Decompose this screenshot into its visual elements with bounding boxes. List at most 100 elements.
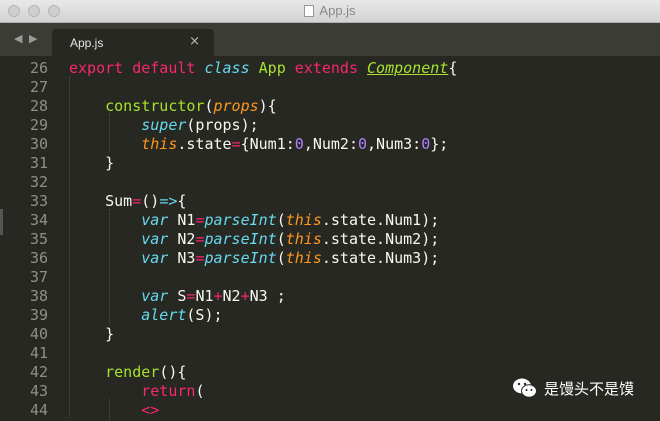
code-line[interactable]: 34 var N1=parseInt(this.state.Num1); [0, 211, 660, 230]
code-token: export [69, 59, 124, 77]
code-token: = [231, 135, 241, 153]
code-line[interactable]: 38 var S=N1+N2+N3 ; [0, 287, 660, 306]
code-token: = [132, 192, 142, 210]
code-token: var [141, 249, 169, 267]
tab-app-js[interactable]: App.js × [52, 29, 214, 56]
line-number: 39 [29, 306, 48, 324]
code-editor[interactable]: 26 export default class App extends Compo… [0, 57, 660, 421]
code-token: S [168, 287, 187, 305]
code-line[interactable]: 39 alert(S); [0, 306, 660, 325]
tab-bar: ◀ ▶ App.js × [0, 23, 660, 56]
code-line[interactable]: 44 <> [0, 401, 660, 420]
code-token: Component [367, 59, 449, 77]
code-token: (props); [186, 116, 259, 134]
code-token: ( [204, 97, 214, 115]
code-token: ,Num2: [303, 135, 358, 153]
code-line[interactable]: 27 [0, 78, 660, 97]
code-token: {Num1: [240, 135, 295, 153]
code-token: N1 [195, 287, 214, 305]
code-line[interactable]: 35 var N2=parseInt(this.state.Num2); [0, 230, 660, 249]
line-number: 35 [29, 230, 48, 248]
line-number: 33 [29, 192, 48, 210]
code-token: class [204, 59, 250, 77]
code-line[interactable]: 37 [0, 268, 660, 287]
code-token: this [285, 230, 322, 248]
line-number: 41 [29, 344, 48, 362]
code-text: render(){ [69, 363, 186, 382]
code-text: alert(S); [69, 306, 222, 325]
code-token: N2 [168, 230, 196, 248]
wechat-icon [513, 378, 537, 398]
code-token: this [285, 249, 322, 267]
code-token: } [69, 325, 115, 343]
line-number: 34 [29, 211, 48, 229]
code-token: N3 [168, 249, 196, 267]
code-token: ){ [258, 97, 277, 115]
code-token: .state.Num2); [321, 230, 440, 248]
code-token: ( [195, 382, 205, 400]
line-number: 32 [29, 173, 48, 191]
line-number: 43 [29, 382, 48, 400]
line-number: 31 [29, 154, 48, 172]
tab-label: App.js [70, 36, 104, 50]
line-number: 38 [29, 287, 48, 305]
code-token: extends [294, 59, 358, 77]
code-token: parseInt [204, 230, 277, 248]
code-line[interactable]: 31 } [0, 154, 660, 173]
back-arrow-icon[interactable]: ◀ [14, 32, 22, 45]
code-token: render [105, 363, 160, 381]
code-token: constructor [105, 97, 205, 115]
code-token: .state.Num3); [321, 249, 440, 267]
line-number: 27 [29, 78, 48, 96]
code-token: this [285, 211, 322, 229]
code-line[interactable]: 30 this.state={Num1:0,Num2:0,Num3:0}; [0, 135, 660, 154]
forward-arrow-icon[interactable]: ▶ [29, 32, 37, 45]
code-token: props [213, 97, 259, 115]
tab-close-icon[interactable]: × [189, 34, 200, 49]
watermark-text: 是馒头不是馍 [544, 380, 635, 398]
line-number: 26 [29, 59, 48, 77]
code-text: this.state={Num1:0,Num2:0,Num3:0}; [69, 135, 448, 154]
line-number: 40 [29, 325, 48, 343]
window-title: App.js [0, 3, 660, 18]
code-token: var [141, 211, 169, 229]
code-text: <> [69, 401, 159, 420]
code-line[interactable]: 32 [0, 173, 660, 192]
code-line[interactable]: 36 var N3=parseInt(this.state.Num3); [0, 249, 660, 268]
code-text: Sum=()=>{ [69, 192, 186, 211]
code-line[interactable]: 28 constructor(props){ [0, 97, 660, 116]
code-line[interactable]: 33 Sum=()=>{ [0, 192, 660, 211]
code-token: ( [276, 230, 286, 248]
code-line[interactable]: 40 } [0, 325, 660, 344]
code-token: N3 ; [249, 287, 286, 305]
code-token: Sum [69, 192, 133, 210]
document-icon [304, 5, 315, 17]
code-line[interactable]: 26 export default class App extends Compo… [0, 59, 660, 78]
code-text: var S=N1+N2+N3 ; [69, 287, 286, 306]
code-text: } [69, 325, 114, 344]
code-token: ,Num3: [367, 135, 422, 153]
line-number: 36 [29, 249, 48, 267]
code-token: + [240, 287, 250, 305]
code-token: super [141, 116, 187, 134]
code-line[interactable]: 41 [0, 344, 660, 363]
code-token: .state.Num1); [321, 211, 440, 229]
code-text: var N3=parseInt(this.state.Num3); [69, 249, 439, 268]
code-line[interactable]: 29 super(props); [0, 116, 660, 135]
line-number: 29 [29, 116, 48, 134]
code-token: var [141, 287, 169, 305]
code-token: () [141, 192, 160, 210]
code-token: ( [276, 211, 286, 229]
code-text: return( [69, 382, 204, 401]
code-token: N1 [168, 211, 196, 229]
window-title-text: App.js [319, 3, 356, 18]
